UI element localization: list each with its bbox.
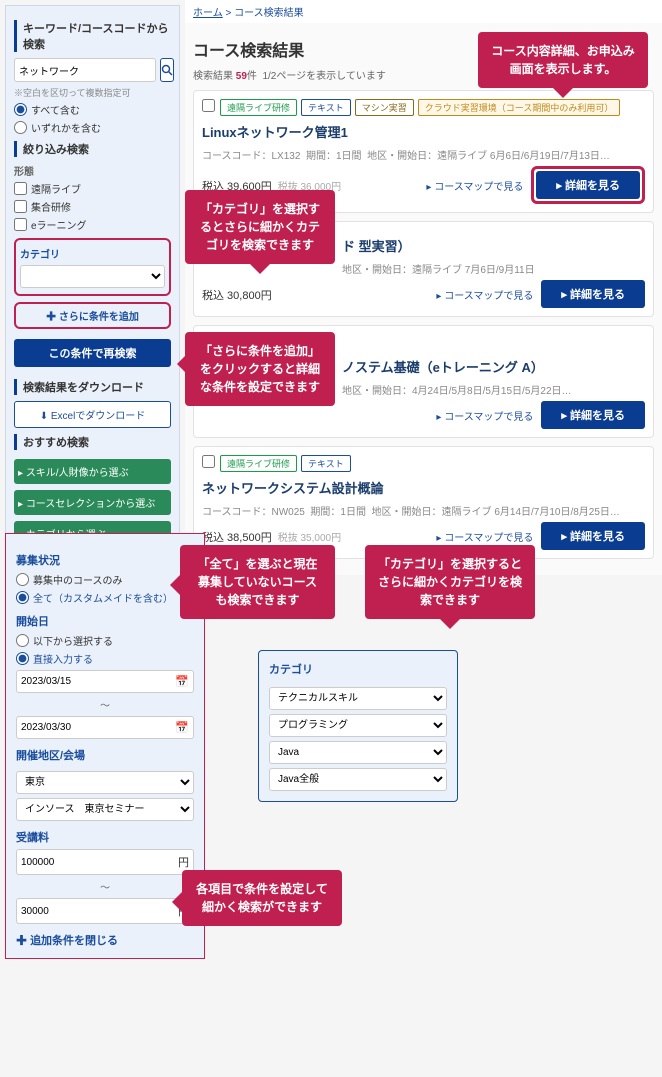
- callout-category: 「カテゴリ」を選択するとさらに細かくカテゴリを検索できます: [185, 190, 335, 264]
- keyword-input[interactable]: [14, 58, 156, 82]
- detail-button[interactable]: ▸ 詳細を見る: [541, 522, 645, 550]
- breadcrumb: ホーム > コース検索結果: [185, 0, 662, 23]
- course-title[interactable]: Linuxネットワーク管理1: [202, 122, 645, 141]
- coursemap-link[interactable]: ▸ コースマップで見る: [436, 529, 533, 544]
- tag: マシン実習: [355, 99, 414, 116]
- tag: テキスト: [301, 455, 351, 472]
- search-icon[interactable]: [160, 58, 174, 82]
- venue-head: 開催地区/会場: [16, 747, 194, 763]
- card-checkbox[interactable]: [202, 455, 215, 468]
- fee-head: 受講料: [16, 829, 194, 845]
- refine-head: 絞り込み検索: [14, 141, 171, 157]
- category-label: カテゴリ: [20, 246, 165, 261]
- search-again-button[interactable]: この条件で再検索: [14, 339, 171, 367]
- course-price: 税込 38,500円税抜 35,000円: [202, 529, 341, 545]
- calendar-icon[interactable]: 📅: [175, 675, 189, 688]
- radio-any[interactable]: いずれかを含む: [14, 120, 171, 135]
- course-sub: コースコード：LX132 期間：1日間 地区・開始日：遠隔ライブ 6月6日/6月…: [202, 147, 645, 162]
- tag: クラウド実習環境（コース期間中のみ利用可）: [418, 99, 621, 116]
- cat-select-4[interactable]: Java全般: [269, 768, 447, 791]
- course-card: 遠隔ライブ研修 テキスト ネットワークシステム設計概論 コースコード：NW025…: [193, 446, 654, 559]
- region-select[interactable]: 東京: [16, 771, 194, 794]
- course-title[interactable]: ド 型実習）: [342, 236, 645, 255]
- breadcrumb-home[interactable]: ホーム: [193, 8, 223, 19]
- callout-catlower: 「カテゴリ」を選択するとさらに細かくカテゴリを検索できます: [365, 545, 535, 619]
- course-title[interactable]: ノステム基礎（eトレーニング A）: [342, 357, 645, 376]
- detail-button[interactable]: ▸ 詳細を見る: [541, 280, 645, 308]
- radio-selectdate[interactable]: 以下から選択する: [16, 633, 194, 648]
- form-head: 形態: [14, 163, 171, 178]
- cat-panel-head: カテゴリ: [269, 661, 447, 677]
- cat-select-3[interactable]: Java: [269, 741, 447, 764]
- excel-download-button[interactable]: ⬇ Excelでダウンロード: [14, 401, 171, 428]
- course-sub: 地区・開始日：遠隔ライブ 7月6日/9月11日: [342, 261, 645, 276]
- close-conditions[interactable]: ✚ 追加条件を閉じる: [16, 932, 194, 948]
- course-sub: コースコード：NW025 期間：1日間 地区・開始日：遠隔ライブ 6月14日/7…: [202, 503, 645, 518]
- coursemap-link[interactable]: ▸ コースマップで見る: [436, 408, 533, 423]
- fee-from[interactable]: 円: [16, 849, 194, 875]
- chk-group[interactable]: 集合研修: [14, 199, 171, 214]
- calendar-icon[interactable]: 📅: [175, 721, 189, 734]
- category-select[interactable]: [20, 265, 165, 288]
- category-cascade-panel: カテゴリ テクニカルスキル プログラミング Java Java全般: [258, 650, 458, 802]
- breadcrumb-current: コース検索結果: [234, 8, 304, 19]
- recruit-head: 募集状況: [16, 552, 194, 568]
- coursemap-link[interactable]: ▸ コースマップで見る: [436, 287, 533, 302]
- callout-detail: コース内容詳細、お申込み画面を表示します。: [478, 32, 648, 88]
- detail-button[interactable]: ▸ 詳細を見る: [536, 171, 640, 199]
- chk-elearn[interactable]: eラーニング: [14, 217, 171, 232]
- tag: テキスト: [301, 99, 351, 116]
- recommend-head: おすすめ検索: [14, 434, 171, 450]
- tag: 遠隔ライブ研修: [220, 99, 297, 116]
- category-box: カテゴリ: [14, 238, 171, 296]
- radio-inputdate[interactable]: 直接入力する: [16, 651, 194, 666]
- course-title[interactable]: ネットワークシステム設計概論: [202, 478, 645, 497]
- tag: 遠隔ライブ研修: [220, 455, 297, 472]
- keyword-search-head: キーワード/コースコードから検索: [14, 20, 171, 52]
- callout-filter: 各項目で条件を設定して細かく検索ができます: [182, 870, 342, 926]
- date-from[interactable]: 📅: [16, 670, 194, 693]
- venue-select[interactable]: インソース 東京セミナー: [16, 798, 194, 821]
- radio-all[interactable]: すべて含む: [14, 102, 171, 117]
- callout-addcond: 「さらに条件を追加」をクリックすると詳細な条件を設定できます: [185, 332, 335, 406]
- course-price: 税込 30,800円: [202, 287, 272, 303]
- callout-all: 「全て」を選ぶと現在募集していないコースも検索できます: [180, 545, 335, 619]
- course-sub: 地区・開始日：4月24日/5月8日/5月15日/5月22日…: [342, 382, 645, 397]
- cat-select-1[interactable]: テクニカルスキル: [269, 687, 447, 710]
- rec-skill-button[interactable]: ▸ スキル/人財像から選ぶ: [14, 459, 171, 484]
- download-head: 検索結果をダウンロード: [14, 379, 171, 395]
- card-checkbox[interactable]: [202, 99, 215, 112]
- coursemap-link[interactable]: ▸ コースマップで見る: [426, 178, 523, 193]
- sidebar: キーワード/コースコードから検索 ※空白を区切って複数指定可 すべて含む いずれ…: [5, 5, 180, 558]
- cat-select-2[interactable]: プログラミング: [269, 714, 447, 737]
- startdate-head: 開始日: [16, 613, 194, 629]
- rec-selection-button[interactable]: ▸ コースセレクションから選ぶ: [14, 490, 171, 515]
- main: コース検索結果 検索結果 59件 1/2ページを表示しています 遠隔ライブ研修 …: [185, 23, 662, 575]
- detail-button[interactable]: ▸ 詳細を見る: [541, 401, 645, 429]
- keyword-note: ※空白を区切って複数指定可: [14, 86, 171, 99]
- add-condition-button[interactable]: ✚ さらに条件を追加: [14, 302, 171, 329]
- chk-remote[interactable]: 遠隔ライブ: [14, 181, 171, 196]
- date-to[interactable]: 📅: [16, 716, 194, 739]
